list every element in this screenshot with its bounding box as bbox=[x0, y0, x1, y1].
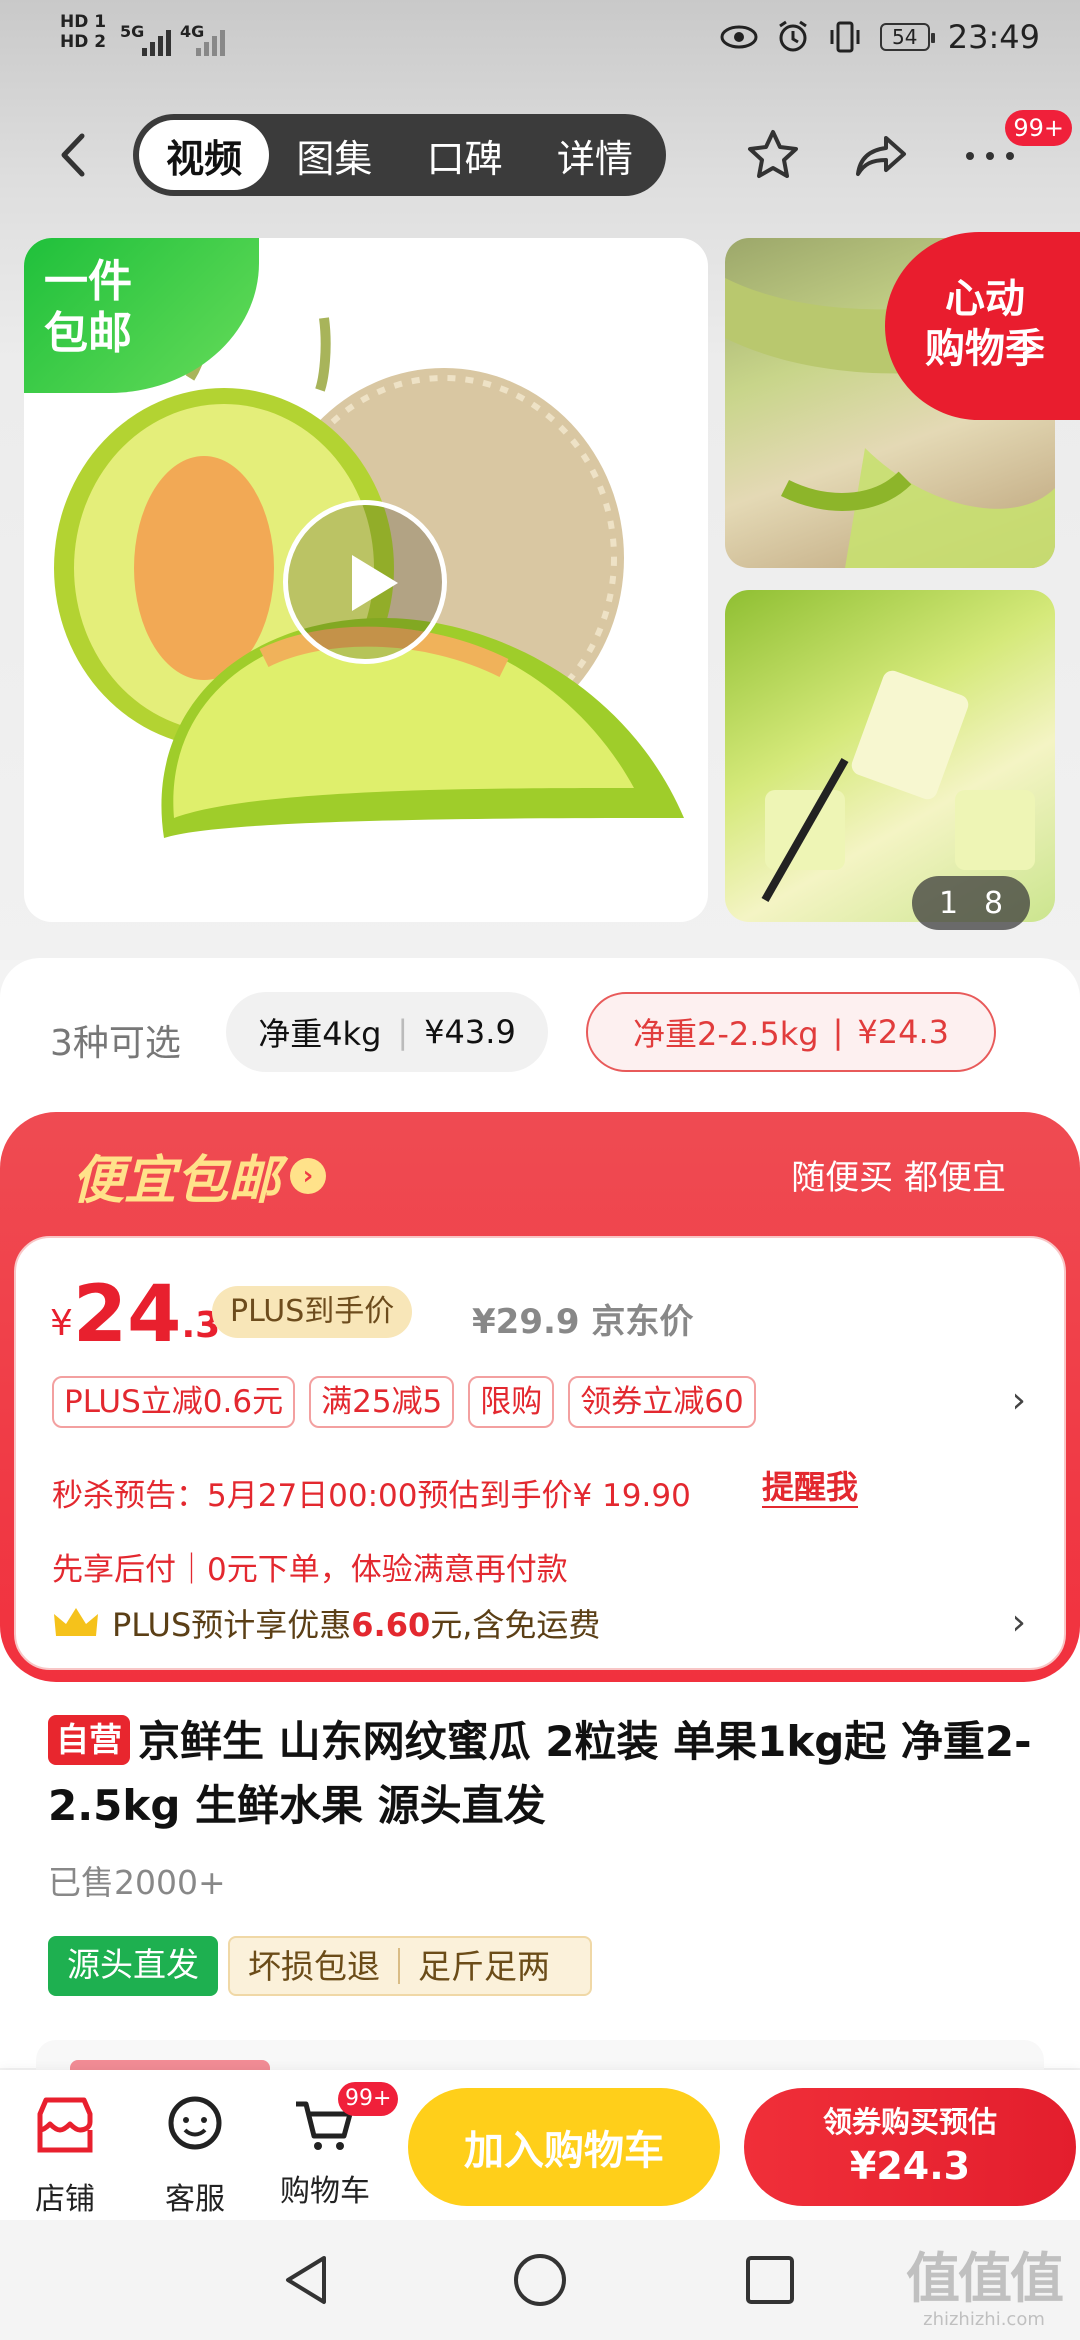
watermark-url: zhizhizhi.com bbox=[923, 2309, 1045, 2330]
price-symbol: ¥ bbox=[50, 1303, 73, 1344]
back-triangle-icon[interactable] bbox=[278, 2250, 338, 2310]
buy-line2: ¥24.3 bbox=[849, 2144, 971, 2188]
cheap-shipping-headline[interactable]: 便宜包邮 › bbox=[72, 1138, 327, 1213]
variant-option-2kg[interactable]: 净重2-2.5kg | ¥24.3 bbox=[586, 992, 996, 1072]
service-tag: 坏损包退 bbox=[248, 1947, 380, 1986]
net1-label: 5G bbox=[120, 22, 145, 41]
cart-label: 购物车 bbox=[280, 2174, 370, 2209]
ribbon-line1: 一件 bbox=[44, 256, 132, 307]
variant-count: 3种可选 bbox=[50, 1023, 181, 1064]
vibrate-icon bbox=[830, 21, 860, 53]
chevron-right-icon[interactable]: › bbox=[1012, 1602, 1026, 1643]
customer-service-button[interactable]: 客服 bbox=[140, 2090, 250, 2218]
promo-line2: 购物季 bbox=[925, 326, 1045, 372]
status-right: 54 23:49 bbox=[720, 18, 1040, 56]
store-label: 店铺 bbox=[35, 2182, 95, 2217]
variant-price: ¥24.3 bbox=[857, 1013, 950, 1051]
tab-video[interactable]: 视频 bbox=[139, 120, 270, 190]
variant-label: 净重4kg bbox=[258, 1015, 382, 1053]
cart-icon-wrap: 99+ bbox=[290, 2082, 399, 2160]
headline-text: 便宜包邮 bbox=[72, 1151, 281, 1211]
promo-line1: 心动 bbox=[945, 276, 1025, 322]
battery-icon: 54 bbox=[879, 23, 935, 51]
variant-selector: 3种可选 净重4kg | ¥43.9 净重2-2.5kg | ¥24.3 bbox=[0, 980, 1080, 1084]
plus-value: 6.60 bbox=[351, 1606, 431, 1644]
share-icon[interactable] bbox=[852, 126, 912, 186]
back-arrow-icon[interactable] bbox=[50, 130, 100, 180]
buy-with-coupon-button[interactable]: 领券购买预估 ¥24.3 bbox=[744, 2088, 1076, 2206]
service-tags[interactable]: 坏损包退 足斤足两 bbox=[228, 1936, 592, 1996]
status-bar: HD 1 HD 2 5G 4G 54 23:49 bbox=[0, 0, 1080, 80]
price-integer: 24 bbox=[72, 1270, 182, 1360]
tab-reviews[interactable]: 口碑 bbox=[400, 120, 530, 190]
plus-suffix: 元,含免运费 bbox=[430, 1606, 601, 1644]
service-icon bbox=[168, 2096, 222, 2150]
gallery-thumbnail-2[interactable] bbox=[725, 590, 1055, 922]
hd1-label: HD 1 bbox=[60, 12, 107, 32]
site-watermark: 值值值 zhizhizhi.com bbox=[906, 2247, 1064, 2331]
hd2-label: HD 2 bbox=[60, 32, 107, 52]
discount-tag: 满25减5 bbox=[309, 1376, 455, 1428]
tab-details[interactable]: 详情 bbox=[530, 120, 660, 190]
add-to-cart-button[interactable]: 加入购物车 bbox=[408, 2088, 720, 2206]
signal-icon-1 bbox=[142, 30, 171, 56]
buy-line1: 领券购买预估 bbox=[822, 2105, 997, 2139]
melon-cubes-image bbox=[761, 670, 1035, 902]
counter-current: 1 bbox=[938, 885, 959, 921]
crown-icon bbox=[54, 1608, 98, 1636]
cart-button[interactable]: 99+ 购物车 bbox=[270, 2082, 399, 2210]
discount-tag: 领券立减60 bbox=[568, 1376, 756, 1428]
main-product-video[interactable]: 一件 包邮 bbox=[24, 238, 708, 922]
play-icon[interactable] bbox=[283, 500, 447, 664]
variant-price: ¥43.9 bbox=[424, 1013, 516, 1051]
plus-price-tag: PLUS到手价 bbox=[212, 1286, 413, 1338]
cart-badge: 99+ bbox=[338, 2082, 399, 2116]
star-icon[interactable] bbox=[743, 126, 803, 186]
discount-tags[interactable]: PLUS立减0.6元 满25减5 限购 领券立减60 bbox=[52, 1376, 756, 1428]
alarm-icon bbox=[778, 20, 807, 52]
jd-price: ¥29.9 京东价 bbox=[472, 1302, 694, 1342]
shopping-season-badge[interactable]: 心动 购物季 bbox=[885, 232, 1080, 420]
remind-me-link[interactable]: 提醒我 bbox=[762, 1468, 859, 1508]
watermark-logo: 值值值 bbox=[906, 2247, 1064, 2310]
self-operated-tag: 自营 bbox=[48, 1715, 130, 1765]
recents-square-icon[interactable] bbox=[740, 2250, 800, 2310]
direct-source-tag: 源头直发 bbox=[48, 1936, 218, 1996]
bottom-action-bar: 店铺 客服 99+ 购物车 加入购物车 领券购买预估 ¥24.3 bbox=[0, 2070, 1080, 2220]
flash-sale-notice: 秒杀预告：5月27日00:00预估到手价¥ 19.90 bbox=[52, 1478, 691, 1514]
service-label: 客服 bbox=[165, 2182, 225, 2217]
tab-bar: 视频 图集 口碑 详情 bbox=[133, 114, 666, 196]
discount-tag: 限购 bbox=[468, 1376, 555, 1428]
tab-gallery[interactable]: 图集 bbox=[269, 120, 399, 190]
counter-total: 8 bbox=[983, 885, 1004, 921]
pay-later-line[interactable]: 先享后付｜0元下单，体验满意再付款 bbox=[52, 1544, 568, 1589]
network-indicator: HD 1 HD 2 5G 4G bbox=[60, 12, 225, 56]
product-title: 京鲜生 山东网纹蜜瓜 2粒装 单果1kg起 净重2-2.5kg 生鲜水果 源头直… bbox=[48, 1717, 1032, 1830]
signal-icon-2 bbox=[196, 30, 225, 56]
notification-badge: 99+ bbox=[1005, 110, 1072, 146]
store-icon bbox=[37, 2097, 93, 2153]
product-title-block: 自营 京鲜生 山东网纹蜜瓜 2粒装 单果1kg起 净重2-2.5kg 生鲜水果 源… bbox=[48, 1710, 1038, 1838]
price-detail-box: ¥ 24 .3 PLUS到手价 ¥29.9 京东价 PLUS立减0.6元 满25… bbox=[14, 1236, 1066, 1670]
gallery-counter: 1 8 bbox=[912, 876, 1030, 930]
plus-discount-line[interactable]: PLUS预计享优惠6.60元,含免运费 bbox=[52, 1600, 600, 1646]
promo-price-panel: 便宜包邮 › 随便买 都便宜 ¥ 24 .3 PLUS到手价 ¥29.9 京东价… bbox=[0, 1112, 1080, 1682]
chevron-right-icon[interactable]: › bbox=[1012, 1380, 1026, 1421]
eye-icon bbox=[720, 25, 758, 49]
service-tag: 足斤足两 bbox=[418, 1947, 550, 1986]
store-button[interactable]: 店铺 bbox=[10, 2090, 120, 2218]
ribbon-line2: 包邮 bbox=[44, 308, 132, 359]
variant-option-4kg[interactable]: 净重4kg | ¥43.9 bbox=[226, 992, 548, 1072]
sold-count: 已售2000+ bbox=[48, 1863, 226, 1902]
plus-prefix: PLUS预计享优惠 bbox=[112, 1606, 352, 1644]
chevron-right-icon: › bbox=[290, 1157, 327, 1194]
discount-tag: PLUS立减0.6元 bbox=[52, 1376, 296, 1428]
clock: 23:49 bbox=[947, 18, 1040, 56]
variant-label: 净重2-2.5kg bbox=[632, 1015, 819, 1053]
current-price: ¥ 24 .3 bbox=[50, 1274, 220, 1354]
system-navigation-bar: 值值值 zhizhizhi.com bbox=[0, 2220, 1080, 2340]
top-nav: 视频 图集 口碑 详情 99+ bbox=[0, 110, 1080, 200]
panel-slogan: 随便买 都便宜 bbox=[791, 1158, 1006, 1198]
home-circle-icon[interactable] bbox=[510, 2250, 570, 2310]
